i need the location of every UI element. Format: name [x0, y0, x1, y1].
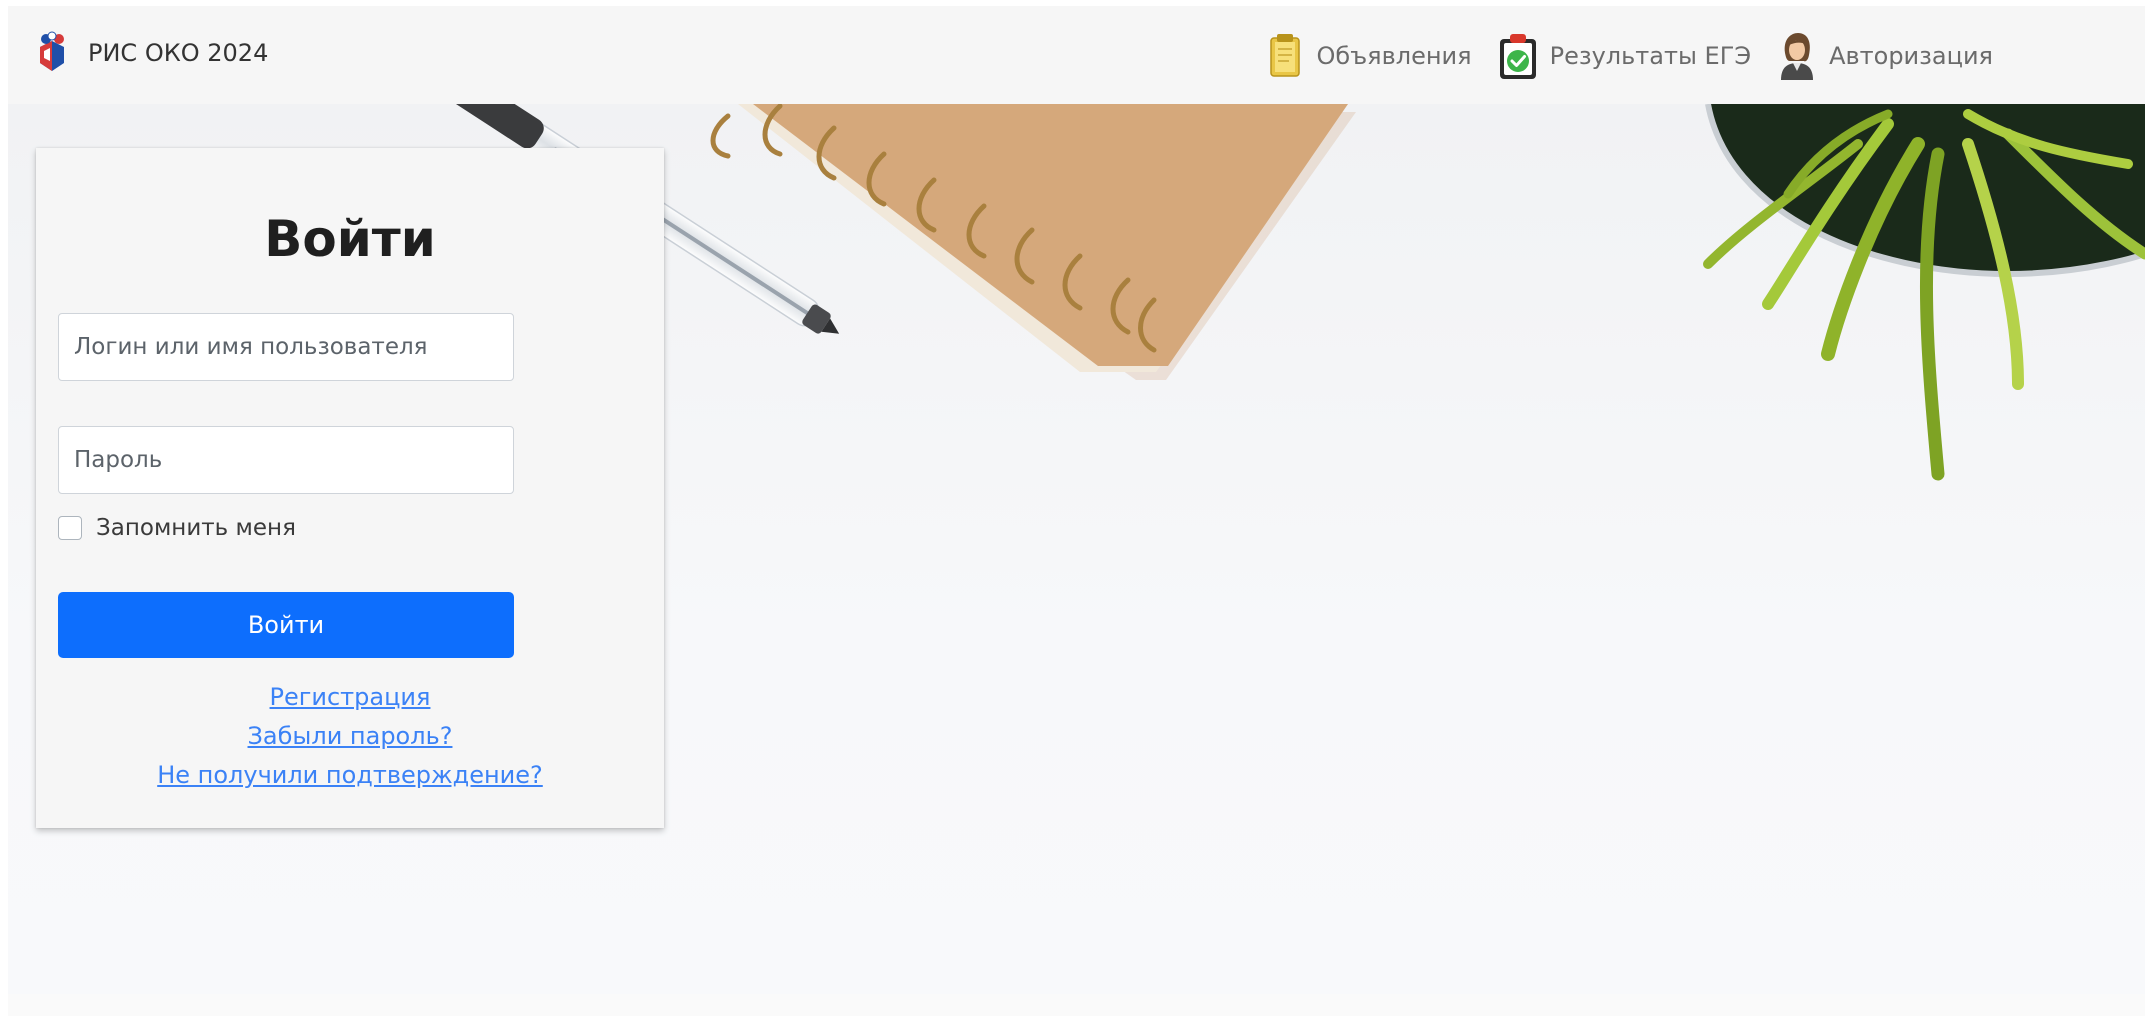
notepad-icon	[1269, 34, 1300, 77]
clipboard-check-icon	[1499, 34, 1536, 79]
login-title: Войти	[264, 210, 436, 268]
nav-label-exam-results: Результаты ЕГЭ	[1549, 42, 1752, 70]
plant-image	[1703, 104, 2145, 481]
login-input[interactable]	[58, 313, 514, 381]
notebook-image	[710, 104, 1356, 380]
nav-label-announcements: Объявления	[1316, 42, 1472, 70]
resend-confirmation-link[interactable]: Не получили подтверждение?	[157, 756, 543, 795]
nav-item-authorization[interactable]: Авторизация	[1775, 31, 1993, 81]
brand-logo-icon	[40, 31, 64, 71]
brand-label: РИС ОКО 2024	[88, 39, 269, 67]
nav-item-announcements[interactable]: Объявления	[1263, 31, 1472, 81]
app-window: РИС ОКО 2024 Объявления Результаты ЕГЭ А…	[8, 6, 2145, 1016]
remember-me[interactable]: Запомнить меня	[58, 512, 296, 544]
brand-link[interactable]: РИС ОКО 2024	[30, 28, 268, 78]
login-button[interactable]: Войти	[58, 592, 514, 658]
auth-links: Регистрация Забыли пароль? Не получили п…	[36, 678, 664, 795]
main-nav: Объявления Результаты ЕГЭ Авторизация	[1263, 28, 1993, 84]
password-input[interactable]	[58, 426, 514, 494]
login-card: Войти Запомнить меня Войти Регистрация З…	[36, 148, 664, 828]
footer-strip	[8, 994, 2145, 1016]
forgot-password-link[interactable]: Забыли пароль?	[248, 717, 453, 756]
nav-label-authorization: Авторизация	[1829, 42, 1993, 70]
remember-checkbox[interactable]	[58, 516, 82, 540]
user-avatar-icon	[1781, 33, 1814, 80]
nav-item-exam-results[interactable]: Результаты ЕГЭ	[1496, 31, 1752, 81]
top-navbar: РИС ОКО 2024 Объявления Результаты ЕГЭ А…	[8, 6, 2145, 104]
remember-label: Запомнить меня	[96, 515, 296, 541]
register-link[interactable]: Регистрация	[270, 678, 431, 717]
